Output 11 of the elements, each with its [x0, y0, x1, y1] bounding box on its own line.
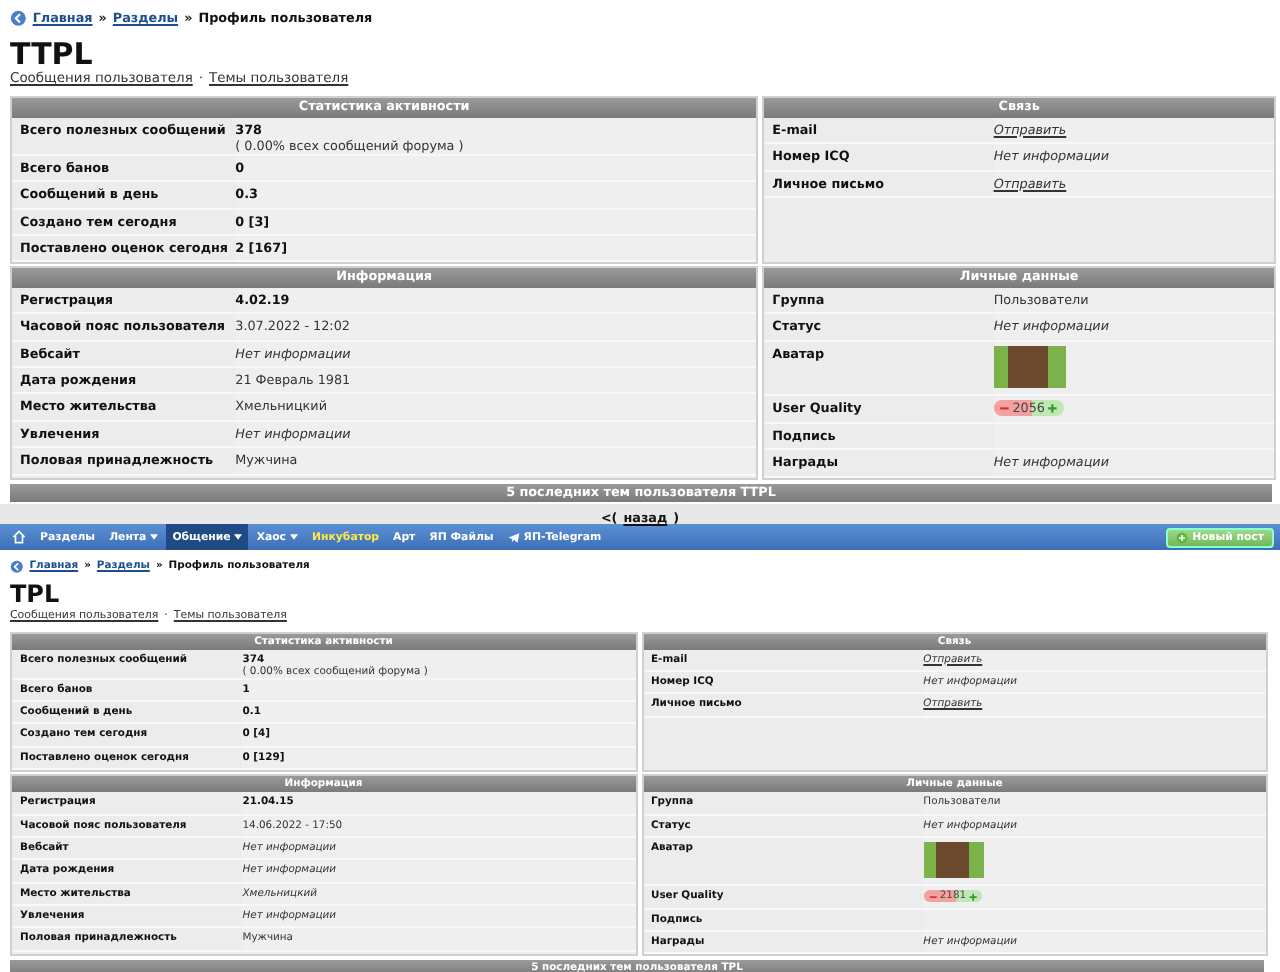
- avatar-photo-placeholder: [923, 841, 984, 879]
- plus-icon[interactable]: [1046, 402, 1060, 416]
- avatar-photo-placeholder: [993, 345, 1066, 389]
- username-title: TPL: [10, 582, 62, 609]
- plus-circle-icon: [1176, 531, 1189, 543]
- home-icon[interactable]: [12, 530, 26, 544]
- circle-arrow-icon: [10, 559, 24, 574]
- username-title: TTPL: [10, 37, 95, 71]
- minus-icon[interactable]: [927, 891, 938, 902]
- plus-icon[interactable]: [968, 891, 979, 902]
- circle-arrow-icon: [10, 10, 27, 28]
